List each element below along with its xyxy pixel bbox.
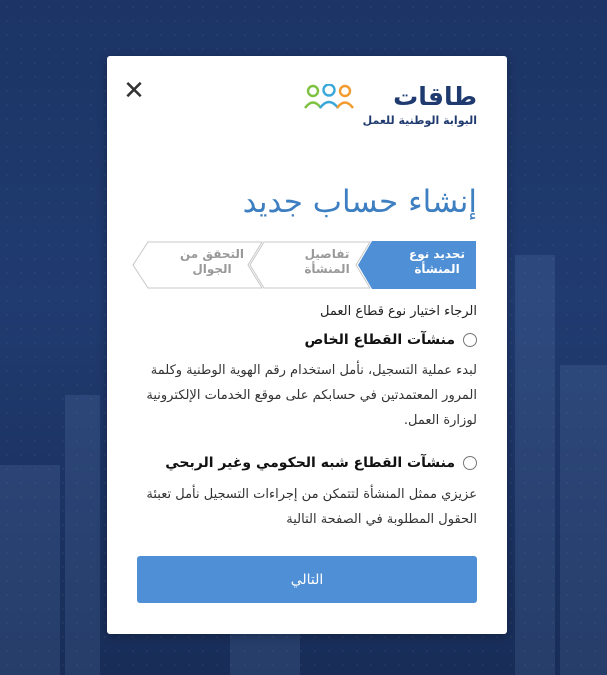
semi-government-radio[interactable] [463,456,477,470]
private-sector-label[interactable]: منشآت القطاع الخاص [304,332,455,348]
close-button[interactable]: ✕ [121,78,147,104]
taqat-logo: طاقات البوابة الوطنية للعمل [304,82,477,132]
logo-brand-text: طاقات [393,82,477,111]
background-building [65,395,100,675]
next-button[interactable]: التالي [137,556,477,603]
next-button-label[interactable]: التالي [291,572,324,588]
private-sector-radio[interactable] [463,333,477,347]
step-2-label: تفاصيل المنشأة [304,247,350,276]
instruction-text: الرجاء اختيار نوع قطاع العمل [319,304,477,319]
background-building [0,465,60,675]
background-building [515,255,555,675]
semi-government-label[interactable]: منشآت القطاع شبه الحكومي وغير الربحي [165,455,455,471]
option-private-sector[interactable]: منشآت القطاع الخاص [304,332,477,348]
step-1-label: تحديد نوع المنشأة [409,247,465,276]
step-3-label: التحقق من الجوال [179,247,245,276]
page-title: إنشاء حساب جديد [242,184,477,220]
background-building [560,365,607,675]
close-icon[interactable]: ✕ [123,76,145,106]
signup-modal: ✕ طاقات البوابة الوطنية للعمل إنشاء حساب… [107,56,507,634]
private-sector-description: لبدء عملية التسجيل، نأمل استخدام رقم اله… [146,363,477,428]
registration-steps: تحديد نوع المنشأة تفاصيل المنشأة التحقق … [132,241,477,289]
semi-government-description: عزيزي ممثل المنشأة لتتمكن من إجراءات الت… [146,487,477,527]
option-semi-government-nonprofit[interactable]: منشآت القطاع شبه الحكومي وغير الربحي [165,455,477,471]
people-logo-icon [304,84,354,109]
logo-tagline: البوابة الوطنية للعمل [362,114,477,127]
